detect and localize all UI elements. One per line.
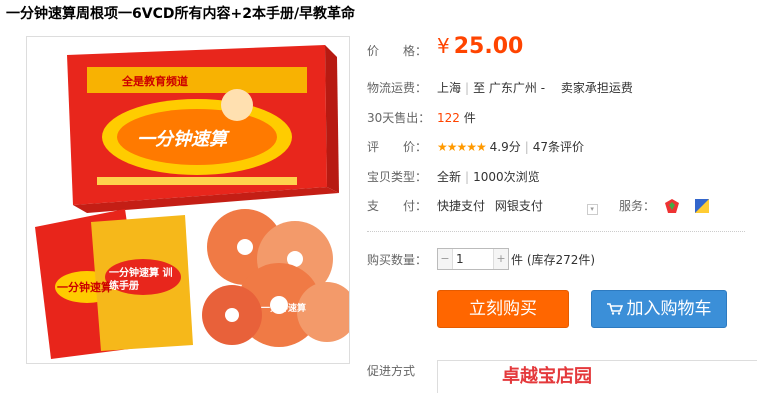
service-guarantee-icon[interactable] [694, 199, 709, 213]
view-count: 1000次浏览 [473, 170, 540, 184]
quantity-label: 购买数量： [367, 253, 428, 267]
rating-stars-icon: ★★★★★ [437, 140, 487, 154]
item-type-row: 宝贝类型： 全新 | 1000次浏览 [367, 168, 540, 185]
sold-label: 30天售出： [367, 111, 431, 125]
quantity-decrement-button[interactable]: − [438, 249, 453, 269]
divider [367, 231, 745, 232]
payment-method-bank: 网银支付 [494, 199, 543, 213]
service-label: 服务： [619, 199, 656, 213]
book2-text: 一分钟速算 训练手册 [109, 268, 173, 292]
shipping-from: 上海 [437, 81, 462, 95]
quantity-stock: 件 (库存272件) [511, 251, 595, 268]
item-type-label: 宝贝类型： [367, 170, 428, 184]
shipping-row: 物流运费： 上海 | 至 广东广州 - 卖家承担运费 [367, 79, 633, 96]
product-image[interactable]: 全是教育频道 一分钟速算 一分钟速算 一分钟速算 训练手册 一分钟速算 [26, 36, 350, 364]
promo-box [437, 360, 757, 393]
separator: | [465, 170, 470, 184]
box-top-text: 全是教育频道 [122, 75, 188, 88]
sold-value: 122 件 [437, 109, 476, 126]
add-to-cart-label: 加入购物车 [626, 299, 712, 319]
currency-symbol: ¥ [437, 34, 450, 58]
quantity-input[interactable]: 1 [456, 249, 464, 269]
quantity-stepper[interactable]: − 1 + [437, 248, 509, 270]
disc-text: 一分钟速算 [261, 304, 307, 314]
promo-text[interactable]: 卓越宝店园 [502, 362, 592, 388]
price-label: 价 格： [367, 44, 428, 58]
payment-dropdown-icon[interactable]: ▾ [586, 204, 598, 215]
price-value-wrap: ¥25.00 [437, 34, 523, 59]
rating-score: 4.9分 [489, 140, 521, 154]
product-illustration [35, 45, 349, 359]
rating-label: 评 价： [367, 140, 428, 154]
shipping-destination[interactable]: 至 广东广州 - [473, 81, 545, 95]
shipping-fee: 卖家承担运费 [560, 81, 633, 95]
payment-value: 快捷支付 网银支付 ▾ [437, 197, 598, 215]
sold-count: 122 [437, 111, 460, 125]
separator: | [524, 140, 529, 154]
rating-row: 评 价： ★★★★★ 4.9分 | 47条评价 [367, 138, 584, 155]
separator: | [465, 81, 470, 95]
cart-icon [606, 303, 623, 315]
sold-unit: 件 [463, 111, 476, 125]
stock-count: (库存272件) [526, 253, 596, 267]
shipping-value: 上海 | 至 广东广州 - 卖家承担运费 [437, 79, 633, 96]
add-to-cart-button[interactable]: 加入购物车 [591, 290, 727, 328]
shipping-label: 物流运费： [367, 81, 428, 95]
payment-method-quick: 快捷支付 [437, 199, 486, 213]
service-shield-icon[interactable] [664, 199, 679, 213]
book1-text: 一分钟速算 [57, 281, 112, 294]
sold-row: 30天售出： 122 件 [367, 109, 476, 126]
box-main-text: 一分钟速算 [137, 129, 227, 150]
review-count-link[interactable]: 47条评价 [533, 140, 584, 154]
item-type-value: 全新 | 1000次浏览 [437, 168, 540, 185]
item-condition: 全新 [437, 170, 462, 184]
service-wrap: 服务： [619, 197, 709, 214]
promo-label: 促进方式 [367, 364, 416, 378]
quantity-row: 购买数量： − 1 + 件 (库存272件) [367, 248, 595, 270]
quantity-increment-button[interactable]: + [493, 249, 508, 269]
product-title: 一分钟速算周根项一6VCD所有内容+2本手册/早教革命 [6, 6, 356, 22]
rating-value: ★★★★★ 4.9分 | 47条评价 [437, 138, 584, 155]
buy-now-button[interactable]: 立刻购买 [437, 290, 569, 328]
payment-label: 支 付： [367, 199, 428, 213]
payment-row: 支 付： 快捷支付 网银支付 ▾ 服务： [367, 197, 709, 215]
price-value: 25.00 [453, 34, 524, 59]
quantity-unit: 件 [511, 253, 524, 267]
price-row: 价 格： ¥25.00 [367, 34, 523, 59]
